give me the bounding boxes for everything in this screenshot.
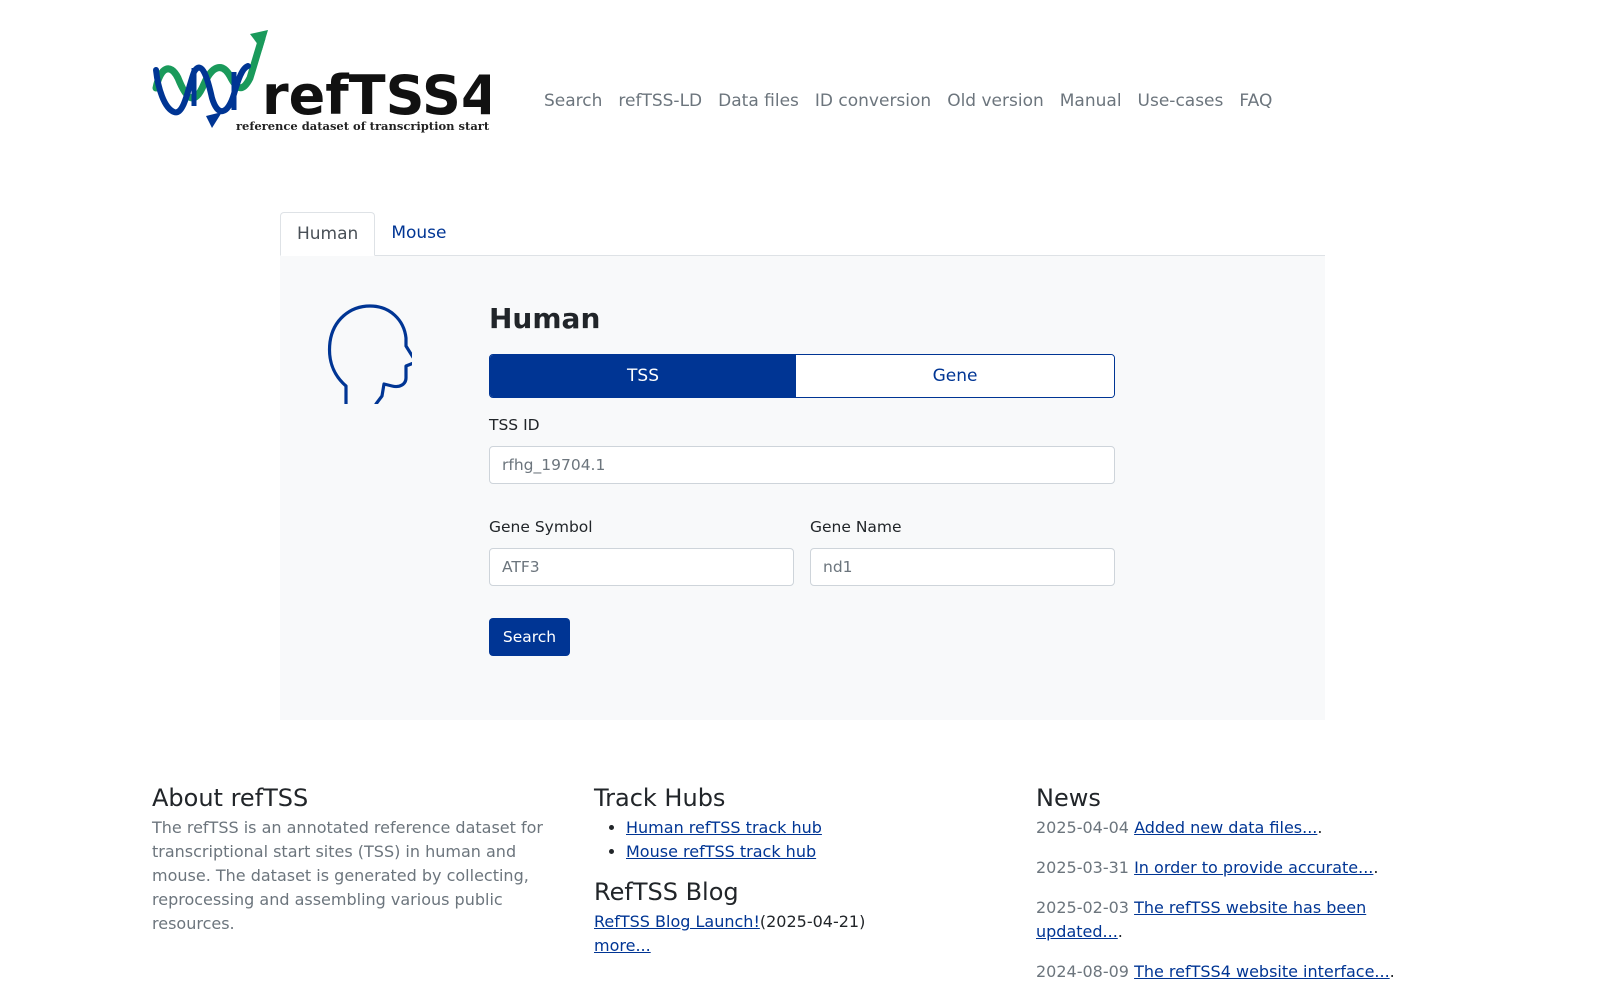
search-panel: Human TSS Gene TSS ID Gene Symbol Gene N…	[280, 256, 1325, 720]
news-tail: .	[1389, 962, 1395, 981]
toggle-gene-button[interactable]: Gene	[796, 355, 1114, 397]
trackhubs-list: Human refTSS track hub Mouse refTSS trac…	[594, 816, 865, 864]
panel-title: Human	[489, 302, 601, 335]
tss-id-input[interactable]	[489, 446, 1115, 484]
human-trackhub-link[interactable]: Human refTSS track hub	[626, 818, 822, 837]
gene-symbol-input[interactable]	[489, 548, 794, 586]
logo-tagline: reference dataset of transcription start…	[236, 119, 490, 133]
tab-human[interactable]: Human	[280, 212, 376, 256]
blog-entry: RefTSS Blog Launch!(2025-04-21)	[594, 910, 865, 934]
about-section: About refTSS The refTSS is an annotated …	[152, 782, 552, 936]
news-tail: .	[1317, 818, 1323, 837]
news-item: 2025-03-31 In order to provide accurate.…	[1036, 856, 1436, 880]
tab-mouse[interactable]: Mouse	[375, 212, 462, 256]
reftss-logo[interactable]: refTSS4 reference dataset of transcripti…	[150, 28, 490, 136]
nav-data-files[interactable]: Data files	[710, 88, 807, 114]
news-date: 2024-08-09	[1036, 962, 1129, 981]
nav-faq[interactable]: FAQ	[1231, 88, 1280, 114]
trackhubs-title: Track Hubs	[594, 784, 726, 812]
news-date: 2025-03-31	[1036, 858, 1129, 877]
species-tabs: Human Mouse	[280, 212, 1325, 256]
main-nav: Search refTSS-LD Data files ID conversio…	[536, 88, 1280, 114]
list-item: Mouse refTSS track hub	[626, 840, 865, 864]
news-link[interactable]: In order to provide accurate...	[1134, 858, 1373, 877]
blog-entry-date: (2025-04-21)	[759, 912, 866, 931]
tss-id-label: TSS ID	[489, 416, 540, 434]
nav-manual[interactable]: Manual	[1052, 88, 1130, 114]
nav-id-conversion[interactable]: ID conversion	[807, 88, 939, 114]
news-section: News 2025-04-04 Added new data files....…	[1036, 782, 1436, 1000]
blog-section: RefTSS Blog RefTSS Blog Launch!(2025-04-…	[594, 876, 865, 958]
news-link[interactable]: The refTSS4 website interface...	[1134, 962, 1390, 981]
about-title: About refTSS	[152, 784, 309, 812]
news-item: 2024-08-09 The refTSS4 website interface…	[1036, 960, 1436, 984]
gene-name-input[interactable]	[810, 548, 1115, 586]
mouse-trackhub-link[interactable]: Mouse refTSS track hub	[626, 842, 816, 861]
blog-entry-link[interactable]: RefTSS Blog Launch!	[594, 912, 760, 931]
search-button[interactable]: Search	[489, 618, 570, 656]
nav-old-version[interactable]: Old version	[939, 88, 1052, 114]
nav-use-cases[interactable]: Use-cases	[1130, 88, 1232, 114]
blog-title: RefTSS Blog	[594, 878, 739, 906]
news-date: 2025-02-03	[1036, 898, 1129, 917]
blog-more-link[interactable]: more...	[594, 936, 651, 955]
news-tail: .	[1117, 922, 1123, 941]
dna-helix-arrow-icon: refTSS4 reference dataset of transcripti…	[152, 30, 490, 133]
news-link[interactable]: Added new data files...	[1134, 818, 1317, 837]
news-title: News	[1036, 784, 1101, 812]
gene-name-label: Gene Name	[810, 518, 902, 536]
news-item: 2025-04-04 Added new data files....	[1036, 816, 1436, 840]
logo-word: refTSS4	[262, 64, 490, 127]
news-tail: .	[1373, 858, 1379, 877]
trackhubs-section: Track Hubs Human refTSS track hub Mouse …	[594, 782, 865, 958]
news-item: 2025-02-03 The refTSS website has been u…	[1036, 896, 1436, 944]
nav-search[interactable]: Search	[536, 88, 610, 114]
search-mode-toggle: TSS Gene	[489, 354, 1115, 398]
nav-reftss-ld[interactable]: refTSS-LD	[610, 88, 710, 114]
list-item: Human refTSS track hub	[626, 816, 865, 840]
toggle-tss-button[interactable]: TSS	[490, 355, 796, 397]
about-text: The refTSS is an annotated reference dat…	[152, 818, 543, 933]
news-date: 2025-04-04	[1036, 818, 1129, 837]
human-head-icon	[327, 304, 412, 404]
gene-symbol-label: Gene Symbol	[489, 518, 593, 536]
